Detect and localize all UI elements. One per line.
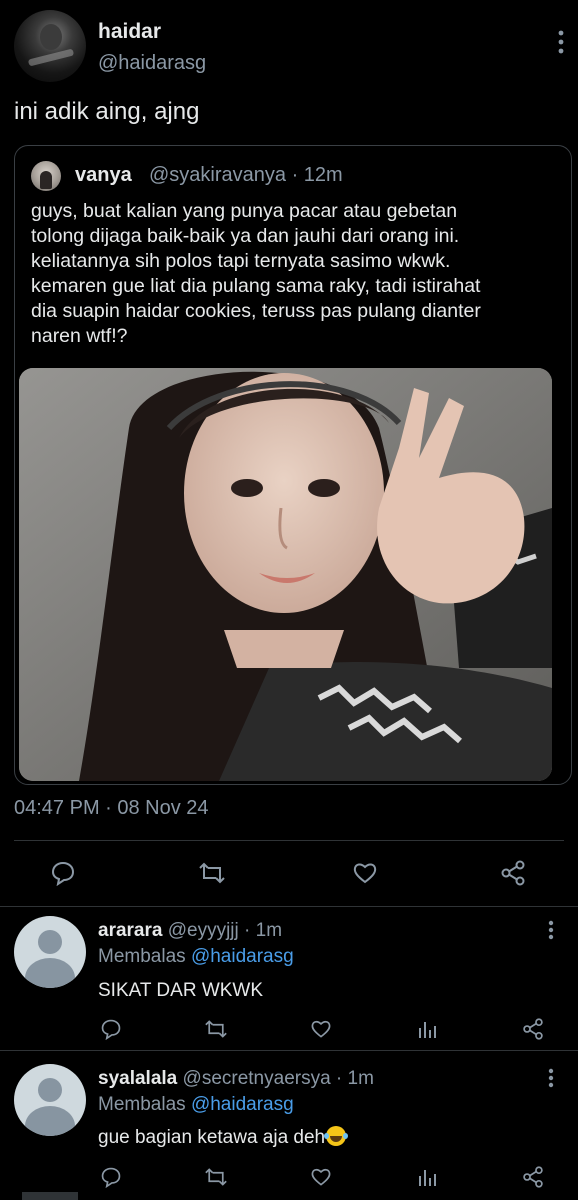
replying-to: Membalas @haidarasg bbox=[98, 946, 294, 968]
reply-author-name[interactable]: syalalala bbox=[98, 1068, 177, 1089]
replying-to-label: Membalas bbox=[98, 1094, 186, 1115]
more-icon[interactable] bbox=[558, 30, 564, 54]
replying-to-label: Membalas bbox=[98, 946, 186, 967]
tweet-timestamp: 04:47 PM · 08 Nov 24 bbox=[14, 797, 209, 819]
reply-header: ararara @eyyyjjj · 1m bbox=[98, 920, 282, 942]
reply-icon[interactable] bbox=[100, 1018, 122, 1045]
divider bbox=[14, 840, 564, 841]
reply-tweet[interactable]: syalalala @secretnyaersya · 1m Membalas … bbox=[0, 1062, 578, 1192]
more-icon[interactable] bbox=[548, 1068, 554, 1093]
author-handle[interactable]: @haidarasg bbox=[98, 52, 206, 75]
quoted-tweet[interactable]: vanya @syakiravanya · 12m guys, buat kal… bbox=[14, 145, 572, 785]
reply-header: syalalala @secretnyaersya · 1m bbox=[98, 1068, 374, 1090]
like-icon[interactable] bbox=[310, 1018, 332, 1045]
reply-text-row: gue bagian ketawa aja deh bbox=[98, 1126, 347, 1149]
reply-text: SIKAT DAR WKWK bbox=[98, 980, 264, 1001]
avatar[interactable] bbox=[14, 1064, 86, 1136]
author-name[interactable]: haidar bbox=[98, 20, 161, 44]
tweet-header: haidar @haidarasg bbox=[14, 10, 564, 84]
reply-author-name[interactable]: ararara bbox=[98, 920, 162, 941]
divider bbox=[0, 1050, 578, 1051]
tweet-photo[interactable] bbox=[19, 368, 552, 781]
reply-author-meta: @secretnyaersya · 1m bbox=[182, 1068, 374, 1089]
reply-icon[interactable] bbox=[50, 860, 76, 891]
retweet-icon[interactable] bbox=[198, 860, 226, 891]
replying-to-handle[interactable]: @haidarasg bbox=[191, 1094, 294, 1115]
reply-tweet[interactable]: ararara @eyyyjjj · 1m Membalas @haidaras… bbox=[0, 914, 578, 1044]
quoted-author-meta: @syakiravanya · 12m bbox=[149, 164, 343, 186]
reply-author-meta: @eyyyjjj · 1m bbox=[167, 920, 283, 941]
avatar[interactable] bbox=[14, 10, 86, 82]
avatar bbox=[31, 161, 61, 191]
share-icon[interactable] bbox=[522, 1018, 544, 1045]
share-icon[interactable] bbox=[522, 1166, 544, 1193]
laughing-emoji-icon bbox=[324, 1126, 347, 1146]
retweet-icon[interactable] bbox=[204, 1018, 228, 1045]
reply-text: gue bagian ketawa aja deh bbox=[98, 1127, 326, 1148]
stats-icon[interactable] bbox=[416, 1166, 438, 1193]
avatar[interactable] bbox=[14, 916, 86, 988]
quoted-author-name: vanya bbox=[75, 164, 132, 186]
replying-to-handle[interactable]: @haidarasg bbox=[191, 946, 294, 967]
share-icon[interactable] bbox=[500, 860, 526, 891]
replying-to: Membalas @haidarasg bbox=[98, 1094, 294, 1116]
like-icon[interactable] bbox=[310, 1166, 332, 1193]
retweet-icon[interactable] bbox=[204, 1166, 228, 1193]
tweet-text: ini adik aing, ajng bbox=[14, 98, 200, 125]
stats-icon[interactable] bbox=[416, 1018, 438, 1045]
quoted-tweet-text: guys, buat kalian yang punya pacar atau … bbox=[31, 200, 481, 347]
divider bbox=[0, 906, 578, 907]
reply-icon[interactable] bbox=[100, 1166, 122, 1193]
like-icon[interactable] bbox=[352, 860, 378, 891]
more-icon[interactable] bbox=[548, 920, 554, 945]
next-item-peek bbox=[22, 1192, 78, 1200]
